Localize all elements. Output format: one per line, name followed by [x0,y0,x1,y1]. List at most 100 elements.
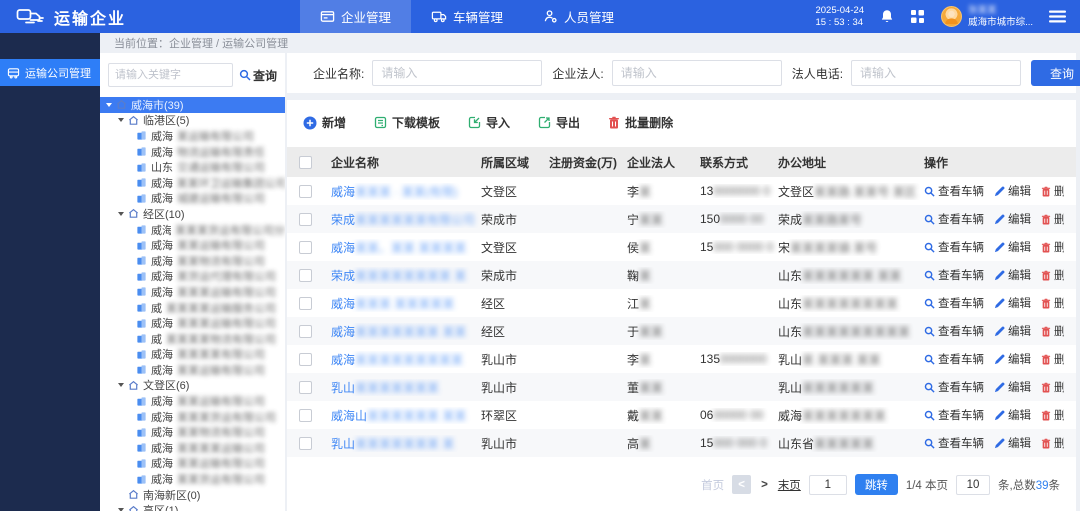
tree-node[interactable]: 文登区(6) [100,378,285,394]
tree-node[interactable]: 威海 某某货运有限公司 [100,471,285,487]
delete-link[interactable]: 删除 [1041,183,1064,199]
tree-node[interactable]: 威海 某某物流有限公司 [100,253,285,269]
tree-node[interactable]: 威海 某某某货运有限公司 [100,409,285,425]
delete-link[interactable]: 删除 [1041,379,1064,395]
company-name-link[interactable]: 威海某某某某某某某 某某 [331,325,466,339]
tree-node[interactable]: 威海 某某运输有限公司 [100,393,285,409]
bell-icon[interactable] [880,9,894,24]
edit-link[interactable]: 编辑 [994,407,1031,423]
view-vehicles-link[interactable]: 查看车辆 [924,183,984,199]
delete-link[interactable]: 删除 [1041,351,1064,367]
tree-node[interactable]: 威 某某某某运输服务公司 [100,300,285,316]
tree-node[interactable]: 南海新区(0) [100,487,285,503]
apps-grid-icon[interactable] [910,9,925,24]
company-name-link[interactable]: 威海某某某某某某某某某 [331,353,463,367]
view-vehicles-link[interactable]: 查看车辆 [924,351,984,367]
company-name-link[interactable]: 乳山某某某某某某某 [331,381,439,395]
company-name-link[interactable]: 荣成某某某某某某某某 某 [331,269,466,283]
tab-personnel-management[interactable]: 人员管理 [523,0,634,33]
view-vehicles-link[interactable]: 查看车辆 [924,295,984,311]
expand-arrow-icon[interactable] [106,103,112,107]
batch-delete-button[interactable]: 批量删除 [608,114,673,131]
sidebar-item-transport-company[interactable]: 运输公司管理 [0,59,100,86]
tree-node[interactable]: 威海 城建运输有限公司 [100,191,285,207]
delete-link[interactable]: 删除 [1041,267,1064,283]
row-checkbox[interactable] [299,381,312,394]
tree-node[interactable]: 威 某某某某物流有限公司 [100,331,285,347]
edit-link[interactable]: 编辑 [994,295,1031,311]
row-checkbox[interactable] [299,185,312,198]
tree-node[interactable]: 威海 某某运输有限公司 [100,456,285,472]
row-checkbox[interactable] [299,297,312,310]
edit-link[interactable]: 编辑 [994,267,1031,283]
company-name-link[interactable]: 乳山某某某某某某某 某 [331,437,454,451]
tree-node[interactable]: 威海 某某物流有限公司 [100,424,285,440]
export-button[interactable]: 导出 [538,114,580,131]
view-vehicles-link[interactable]: 查看车辆 [924,407,984,423]
next-page-button[interactable]: > [759,479,770,491]
page-number-input[interactable] [809,475,847,495]
view-vehicles-link[interactable]: 查看车辆 [924,239,984,255]
delete-link[interactable]: 删除 [1041,211,1064,227]
tree-search-button[interactable]: 查询 [239,67,277,84]
prev-page-button[interactable]: < [732,475,751,494]
jump-button[interactable]: 跳转 [855,474,898,495]
row-checkbox[interactable] [299,269,312,282]
user-menu[interactable]: 张某某 威海市城市综... [941,5,1033,29]
delete-link[interactable]: 删除 [1041,323,1064,339]
company-name-link[interactable]: 荣成某某某某某某有限公司 [331,213,475,227]
edit-link[interactable]: 编辑 [994,379,1031,395]
expand-arrow-icon[interactable] [118,212,124,216]
edit-link[interactable]: 编辑 [994,183,1031,199]
first-page-button[interactable]: 首页 [701,477,724,493]
tree-node[interactable]: 威海 某运输有限公司 [100,128,285,144]
tree-node[interactable]: 威海 某某某某运输公司 [100,440,285,456]
select-all-checkbox[interactable] [299,156,312,169]
tree-search-input[interactable] [108,63,233,87]
edit-link[interactable]: 编辑 [994,211,1031,227]
legal-person-input[interactable] [612,60,782,86]
row-checkbox[interactable] [299,213,312,226]
row-checkbox[interactable] [299,437,312,450]
hamburger-menu-icon[interactable] [1049,10,1066,23]
add-button[interactable]: 新增 [303,114,346,131]
company-name-link[interactable]: 威海某某某 某某某某某 [331,297,454,311]
company-name-link[interactable]: 威海某某、某某 某某某某 [331,241,466,255]
delete-link[interactable]: 删除 [1041,295,1064,311]
tree-node[interactable]: 威海 某货运代理有限公司 [100,269,285,285]
row-checkbox[interactable] [299,325,312,338]
tree-node[interactable]: 威海 某某某运输有限公司 [100,284,285,300]
tree-node[interactable]: 威海 某某运输有限公司 [100,237,285,253]
edit-link[interactable]: 编辑 [994,435,1031,451]
row-checkbox[interactable] [299,353,312,366]
tree-node[interactable]: 威海 某某某运输有限公司 [100,315,285,331]
view-vehicles-link[interactable]: 查看车辆 [924,379,984,395]
row-checkbox[interactable] [299,409,312,422]
download-template-button[interactable]: 下载模板 [374,114,440,131]
tab-vehicle-management[interactable]: 车辆管理 [411,0,523,33]
delete-link[interactable]: 删除 [1041,407,1064,423]
tab-enterprise-management[interactable]: 企业管理 [300,0,411,33]
last-page-button[interactable]: 末页 [778,477,801,493]
company-name-link[interactable]: 威海某某某 · 某某(有限) [331,185,458,199]
view-vehicles-link[interactable]: 查看车辆 [924,323,984,339]
tree-node[interactable]: 经区(10) [100,206,285,222]
tree-node[interactable]: 威海市(39) [100,97,285,113]
tree-node[interactable]: 威海 某某运输有限公司 [100,362,285,378]
tree-node[interactable]: 山东 交通运输有限公司 [100,159,285,175]
page-size-input[interactable] [956,475,990,495]
tree-node[interactable]: 威海 某某某某有限公司 [100,347,285,363]
view-vehicles-link[interactable]: 查看车辆 [924,435,984,451]
legal-phone-input[interactable] [851,60,1021,86]
tree-node[interactable]: 威海 物流运输有限责任 [100,144,285,160]
tree-node[interactable]: 临港区(5) [100,113,285,129]
expand-arrow-icon[interactable] [118,383,124,387]
expand-arrow-icon[interactable] [118,118,124,122]
delete-link[interactable]: 删除 [1041,239,1064,255]
edit-link[interactable]: 编辑 [994,239,1031,255]
tree-node[interactable]: 威海 某某某货运有限公司分部 [100,222,285,238]
row-checkbox[interactable] [299,241,312,254]
import-button[interactable]: 导入 [468,114,510,131]
view-vehicles-link[interactable]: 查看车辆 [924,267,984,283]
company-name-input[interactable] [372,60,542,86]
